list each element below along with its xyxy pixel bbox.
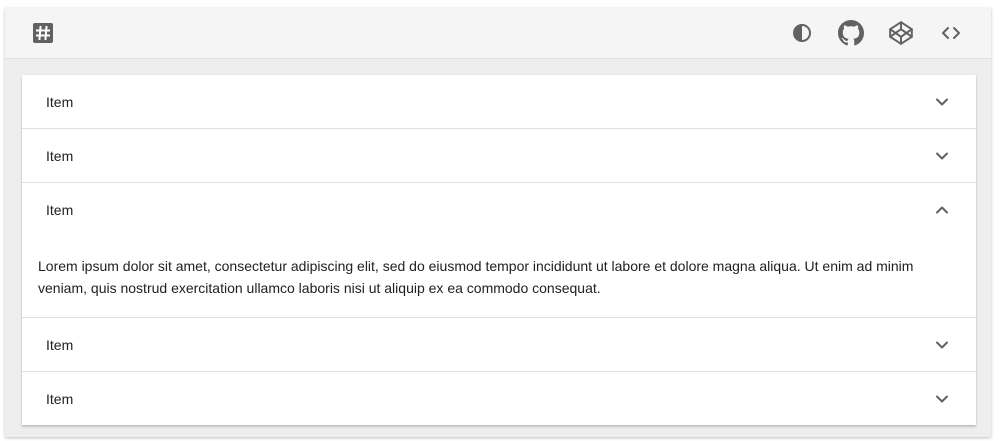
hashtag-square-icon[interactable] [30, 20, 56, 46]
accordion-panel-title: Item [46, 390, 74, 407]
codepen-icon[interactable] [888, 20, 914, 46]
accordion-panel-title: Item [46, 147, 74, 164]
accordion-panel-header[interactable]: Item [22, 75, 976, 128]
accordion-panel-expanded: Item Lorem ipsum dolor sit amet, consect… [22, 183, 976, 318]
chevron-up-icon[interactable] [934, 202, 950, 218]
accordion-panel: Item [22, 318, 976, 372]
accordion: Item Item Item Lorem ipsum dolor sit ame… [22, 75, 976, 425]
contrast-icon[interactable] [789, 20, 815, 46]
accordion-panel-header[interactable]: Item [22, 129, 976, 182]
accordion-panel: Item [22, 372, 976, 425]
chevron-down-icon[interactable] [934, 148, 950, 164]
accordion-panel-title: Item [46, 93, 74, 110]
chevron-down-icon[interactable] [934, 337, 950, 353]
accordion-panel-header[interactable]: Item [22, 318, 976, 371]
chevron-down-icon[interactable] [934, 94, 950, 110]
accordion-panel-title: Item [46, 336, 74, 353]
accordion-panel-header[interactable]: Item [22, 183, 976, 236]
toolbar [5, 8, 991, 59]
accordion-panel-header[interactable]: Item [22, 372, 976, 425]
app-frame: Item Item Item Lorem ipsum dolor sit ame… [5, 8, 991, 437]
accordion-panel-content: Lorem ipsum dolor sit amet, consectetur … [38, 258, 914, 296]
code-brackets-icon[interactable] [938, 20, 964, 46]
accordion-panel: Item [22, 129, 976, 183]
accordion-panel-title: Item [46, 201, 74, 218]
chevron-down-icon[interactable] [934, 391, 950, 407]
github-icon[interactable] [838, 20, 864, 46]
accordion-panel: Item [22, 75, 976, 129]
